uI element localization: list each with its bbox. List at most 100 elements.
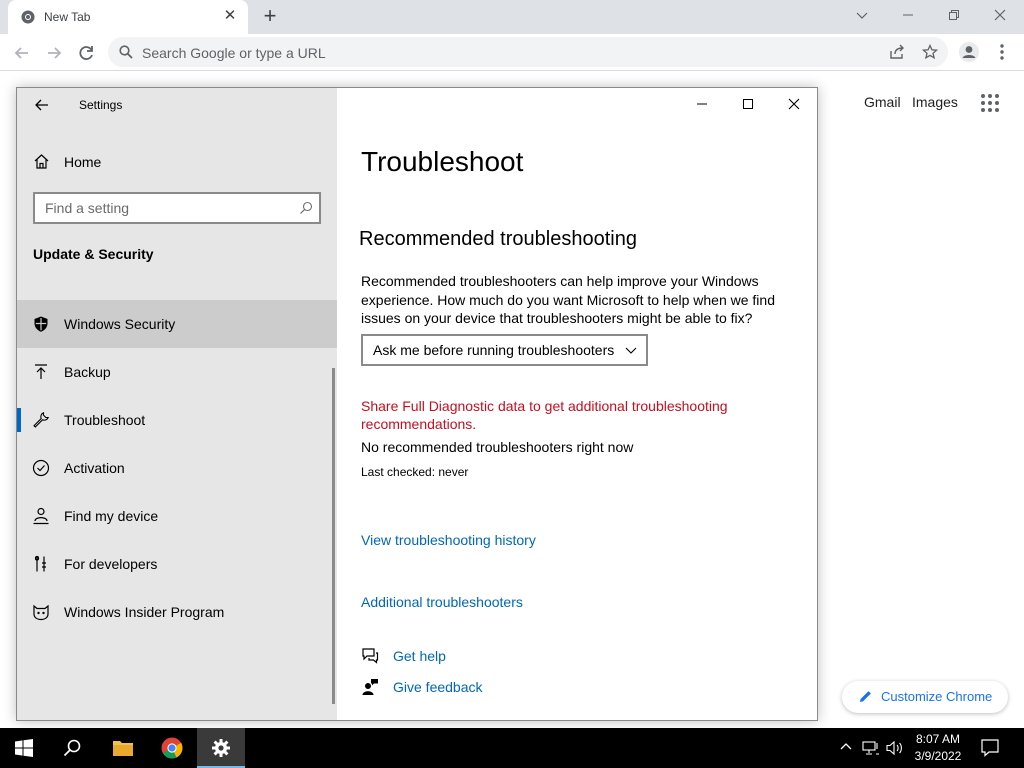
customize-chrome-button[interactable]: Customize Chrome [842, 681, 1008, 713]
close-icon [788, 98, 800, 110]
home-icon [34, 154, 49, 169]
sidebar-scrollbar[interactable] [332, 368, 335, 704]
chrome-toolbar: Search Google or type a URL [0, 34, 1024, 71]
shield-icon [34, 316, 48, 332]
feedback-person-icon [362, 679, 378, 695]
clock-date: 3/9/2022 [914, 749, 962, 763]
browser-minimize-button[interactable] [886, 0, 932, 30]
person-location-icon [33, 507, 49, 525]
system-clock[interactable]: 8:07 AM 3/9/2022 [906, 731, 970, 765]
pencil-icon [860, 691, 871, 702]
forward-arrow-icon[interactable] [43, 42, 65, 64]
last-checked-status: Last checked: never [361, 465, 469, 479]
reload-icon[interactable] [75, 42, 97, 64]
settings-taskbar-button[interactable] [197, 728, 245, 768]
chrome-tabstrip: New Tab ✕ + [0, 0, 1024, 34]
kebab-menu-icon[interactable] [992, 42, 1012, 62]
section-title: Update & Security [33, 246, 154, 262]
taskbar-search-button[interactable] [48, 728, 96, 768]
give-feedback-label: Give feedback [393, 679, 483, 695]
get-help-label: Get help [393, 648, 446, 664]
page-title: Troubleshoot [361, 146, 524, 177]
address-bar[interactable]: Search Google or type a URL [108, 37, 948, 67]
sidebar-item-windows-insider-program[interactable]: Windows Insider Program [17, 588, 337, 636]
profile-avatar[interactable] [958, 41, 980, 63]
search-icon [119, 45, 133, 59]
help-chat-icon [362, 648, 379, 664]
folder-icon [113, 741, 133, 756]
chrome-logo-icon [161, 737, 183, 759]
chrome-taskbar-button[interactable] [148, 728, 196, 768]
file-explorer-button[interactable] [98, 728, 146, 768]
browser-close-button[interactable] [978, 0, 1024, 30]
sidebar-item-for-developers[interactable]: For developers [17, 540, 337, 588]
share-icon[interactable] [889, 44, 905, 60]
minimize-icon [697, 103, 707, 105]
gear-icon [212, 739, 230, 757]
back-arrow-icon[interactable] [11, 42, 33, 64]
home-label: Home [64, 154, 102, 170]
maximize-button[interactable] [725, 88, 771, 120]
selection-indicator [17, 408, 21, 432]
tab-close-icon[interactable]: ✕ [222, 8, 238, 24]
give-feedback-link[interactable]: Give feedback [361, 676, 581, 700]
windows-taskbar: 8:07 AM 3/9/2022 [0, 728, 1024, 768]
developer-tools-icon [34, 555, 46, 572]
section-heading: Recommended troubleshooting [359, 228, 637, 250]
close-button[interactable] [771, 88, 817, 120]
browser-restore-button[interactable] [932, 0, 978, 30]
address-bar-placeholder: Search Google or type a URL [142, 45, 326, 61]
sidebar-item-label: Find my device [64, 508, 159, 524]
sidebar-item-backup[interactable]: Backup [17, 348, 337, 396]
sidebar-item-label: Backup [64, 364, 111, 380]
search-icon[interactable] [299, 201, 313, 215]
find-setting-placeholder: Find a setting [45, 200, 130, 216]
gmail-link[interactable]: Gmail [864, 94, 901, 110]
close-icon [994, 9, 1006, 21]
google-apps-icon[interactable] [980, 93, 1000, 113]
tab-new-tab[interactable]: New Tab ✕ [8, 0, 248, 34]
start-button[interactable] [0, 728, 48, 768]
no-troubleshooters-status: No recommended troubleshooters right now [361, 439, 634, 455]
settings-content: Troubleshoot Recommended troubleshooting… [337, 88, 817, 720]
sidebar-item-troubleshoot[interactable]: Troubleshoot [17, 396, 337, 444]
customize-chrome-label: Customize Chrome [881, 689, 993, 704]
restore-icon [949, 10, 959, 20]
clock-time: 8:07 AM [915, 732, 961, 746]
bookmark-star-icon[interactable] [922, 44, 938, 60]
chrome-favicon-icon [21, 10, 35, 24]
sidebar-item-find-my-device[interactable]: Find my device [17, 492, 337, 540]
get-help-link[interactable]: Get help [361, 645, 581, 669]
insider-cat-icon [33, 604, 49, 621]
sidebar-item-label: Activation [64, 460, 125, 476]
share-diagnostic-data-link[interactable]: Share Full Diagnostic data to get additi… [361, 397, 781, 433]
sidebar-item-windows-security[interactable]: Windows Security [17, 300, 337, 348]
notification-center-icon[interactable] [980, 738, 1000, 758]
new-tab-button[interactable]: + [258, 5, 282, 29]
settings-sidebar: Settings Home Find a setting Update & Se… [17, 88, 337, 720]
chevron-up-icon[interactable] [839, 740, 853, 754]
chevron-down-icon [625, 347, 637, 354]
volume-icon[interactable] [886, 740, 904, 756]
wrench-icon [33, 411, 50, 428]
additional-troubleshooters-link[interactable]: Additional troubleshooters [361, 594, 523, 610]
tab-title: New Tab [44, 10, 91, 24]
settings-window: Settings Home Find a setting Update & Se… [16, 87, 818, 721]
troubleshoot-preference-dropdown[interactable]: Ask me before running troubleshooters [361, 334, 648, 366]
back-arrow-icon[interactable] [33, 96, 51, 114]
windows-logo-icon [15, 739, 33, 757]
sidebar-item-label: Windows Insider Program [64, 604, 225, 620]
network-icon[interactable] [862, 740, 880, 756]
view-history-link[interactable]: View troubleshooting history [361, 532, 536, 548]
sidebar-item-label: Troubleshoot [64, 412, 146, 428]
minimize-button[interactable] [679, 88, 725, 120]
sidebar-item-activation[interactable]: Activation [17, 444, 337, 492]
images-link[interactable]: Images [912, 94, 958, 110]
maximize-icon [743, 99, 753, 109]
find-setting-input[interactable]: Find a setting [33, 192, 321, 224]
check-circle-icon [32, 459, 50, 477]
backup-arrow-icon [35, 364, 47, 379]
chevron-down-icon [856, 12, 868, 19]
home-nav-item[interactable]: Home [17, 148, 337, 176]
tab-search-button[interactable] [840, 0, 886, 30]
